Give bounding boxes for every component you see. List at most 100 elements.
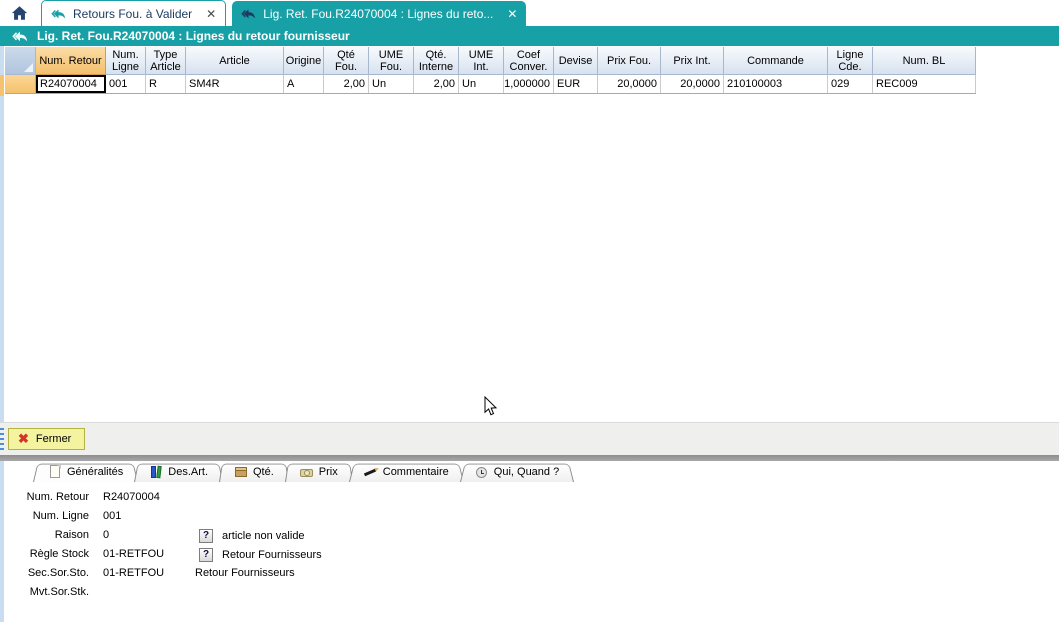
table-row[interactable]: R24070004001RSM4RA2,00Un2,00Un1,000000EU… [5,75,976,94]
tab-commentaire[interactable]: Commentaire [349,462,464,482]
close-tab-icon[interactable]: ✕ [507,8,517,20]
tab-label: Généralités [67,466,123,478]
grid-cell[interactable]: 001 [106,75,146,93]
column-header[interactable]: Num. Retour [36,47,106,75]
field-label: Règle Stock [5,548,89,560]
page-title: Lig. Ret. Fou.R24070004 : Lignes du reto… [37,29,350,43]
grid-body: R24070004001RSM4RA2,00Un2,00Un1,000000EU… [5,75,1059,94]
pencil-icon [364,465,378,479]
application-window: Retours Fou. à Valider ✕ Lig. Ret. Fou.R24… [0,0,1059,622]
grid-cell[interactable]: REC009 [873,75,976,93]
select-all-triangle-icon [24,63,33,72]
grid-cell[interactable]: SM4R [186,75,284,93]
column-header[interactable]: Commande [724,47,828,75]
form-row: Sec.Sor.Sto. 01-RETFOU Retour Fournisseurs [5,564,1059,583]
window-tab-bar: Retours Fou. à Valider ✕ Lig. Ret. Fou.R24… [0,0,1059,26]
select-all-cell[interactable] [5,47,36,75]
reply-icon [51,8,66,20]
home-icon [11,5,28,21]
column-header[interactable]: Prix Int. [661,47,724,75]
grid-cell[interactable]: 20,0000 [598,75,661,93]
form-row: Raison 0? article non valide [5,526,1059,545]
reply-icon [12,30,28,43]
field-label: Mvt.Sor.Stk. [5,586,89,598]
window-tab[interactable]: Lig. Ret. Fou.R24070004 : Lignes du reto… [232,1,526,26]
field-extra: ?Retour Fournisseurs [199,546,322,563]
grid-cell[interactable]: R [146,75,186,93]
field-label: Sec.Sor.Sto. [5,567,89,579]
grid-header: Num. RetourNum. LigneType ArticleArticle… [5,47,976,75]
close-button[interactable]: ✖ Fermer [8,428,85,450]
field-label: Num. Retour [5,491,89,503]
grid-cell[interactable]: 1,000000 [504,75,554,93]
tab-prix[interactable]: Prix [285,462,353,482]
close-button-label: Fermer [36,433,71,445]
current-row-edge-indicator [0,75,4,96]
close-x-icon: ✖ [18,432,29,445]
column-header[interactable]: Ligne Cde. [828,47,873,75]
return-lines-grid: Num. RetourNum. LigneType ArticleArticle… [5,46,1059,422]
page-title-bar: Lig. Ret. Fou.R24070004 : Lignes du reto… [0,26,1059,46]
tab-label: Commentaire [383,466,449,478]
field-value[interactable]: 001 [103,510,121,522]
field-value[interactable]: R24070004 [103,491,160,503]
books-icon [149,465,163,479]
clock-icon [475,465,489,479]
grid-cell[interactable]: EUR [554,75,598,93]
column-header[interactable]: Devise [554,47,598,75]
detail-tabs: Généralités Des.Art. Qté. Prix Commentaire Qu… [5,461,1059,483]
lookup-button[interactable]: ? [199,548,213,562]
grid-cell[interactable]: 20,0000 [661,75,724,93]
field-description: article non valide [222,530,305,542]
column-header[interactable]: Coef Conver. [504,47,554,75]
form-row: Règle Stock 01-RETFOU ?Retour Fournisseurs [5,545,1059,564]
money-icon [300,465,314,479]
column-header[interactable]: UME Int. [459,47,504,75]
column-header[interactable]: Qté. Interne [414,47,459,75]
column-header[interactable]: UME Fou. [369,47,414,75]
column-header[interactable]: Type Article [146,47,186,75]
home-button[interactable] [7,1,31,25]
field-description: Retour Fournisseurs [195,567,295,579]
tab-label: Qui, Quand ? [494,466,559,478]
grid-cell[interactable]: 2,00 [324,75,369,93]
field-extra: ? article non valide [199,527,305,544]
form-row: Num. Ligne 001 [5,507,1059,526]
left-edge-strip [0,46,4,622]
field-value[interactable]: 01-RETFOU [103,548,164,560]
grid-cell[interactable]: Un [369,75,414,93]
tab-qui-quand[interactable]: Qui, Quand ? [460,462,574,482]
form-row: Num. Retour R24070004 [5,488,1059,507]
field-label: Num. Ligne [5,510,89,522]
lookup-button[interactable]: ? [199,529,213,543]
window-tab[interactable]: Retours Fou. à Valider ✕ [41,0,226,26]
column-header[interactable]: Num. BL [873,47,976,75]
grid-cell[interactable]: Un [459,75,504,93]
bottom-toolbar: ✖ Fermer [0,422,1059,456]
grid-cell[interactable]: A [284,75,324,93]
grid-cell[interactable]: 2,00 [414,75,459,93]
column-header[interactable]: Prix Fou. [598,47,661,75]
grid-cell[interactable]: 210100003 [724,75,828,93]
reply-icon [241,8,256,20]
field-label: Raison [5,529,89,541]
tab-label: Des.Art. [168,466,208,478]
close-tab-icon[interactable]: ✕ [206,8,216,20]
grid-cell[interactable]: R24070004 [36,75,106,93]
tab-des-art[interactable]: Des.Art. [134,462,223,482]
column-header[interactable]: Qté Fou. [324,47,369,75]
column-header[interactable]: Article [186,47,284,75]
column-header[interactable]: Origine [284,47,324,75]
tab-g-n-ralit-s[interactable]: Généralités [33,462,138,482]
grid-cell[interactable]: 029 [828,75,873,93]
tab-label: Retours Fou. à Valider [73,7,192,21]
tab-label: Qté. [253,466,274,478]
field-value[interactable]: 01-RETFOU [103,567,164,579]
row-marker[interactable] [5,75,36,93]
tab-qt[interactable]: Qté. [219,462,289,482]
vertical-splitter-grip[interactable] [0,428,4,452]
field-value[interactable]: 0 [103,529,109,541]
tab-label: Lig. Ret. Fou.R24070004 : Lignes du reto… [263,7,493,21]
column-header[interactable]: Num. Ligne [106,47,146,75]
window-tabs: Retours Fou. à Valider ✕ Lig. Ret. Fou.R24… [35,0,526,26]
